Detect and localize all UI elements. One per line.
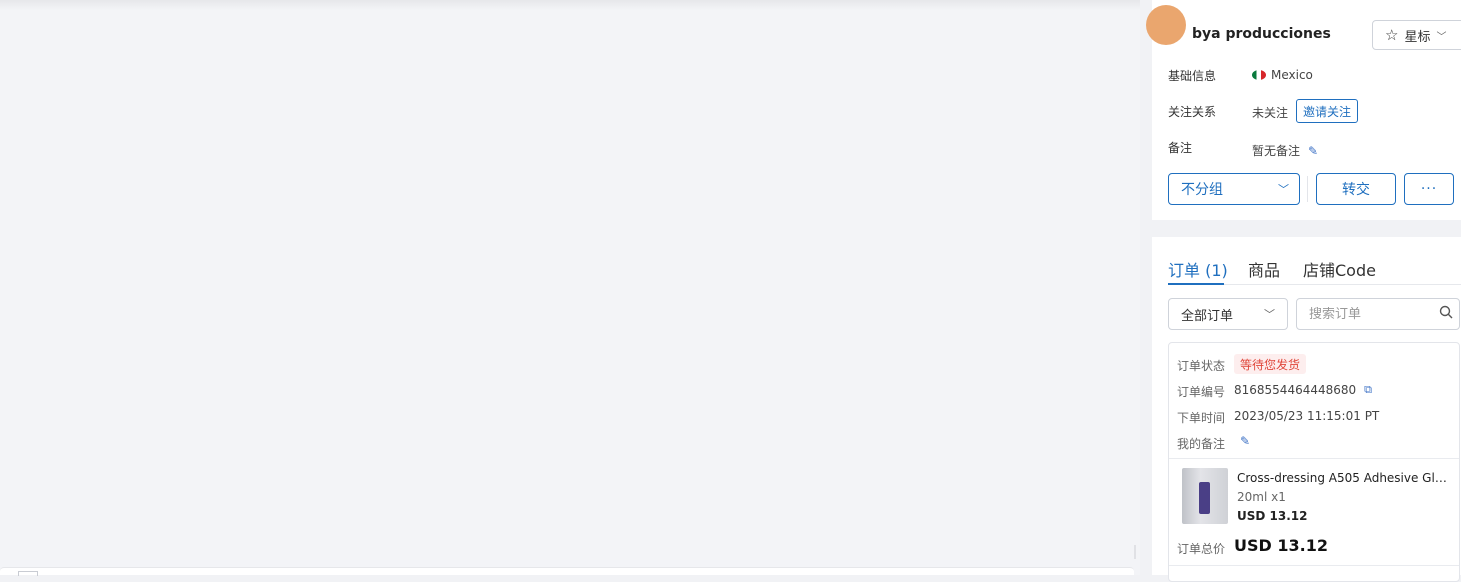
avatar: [1146, 5, 1186, 45]
search-icon[interactable]: [1439, 305, 1453, 323]
remark-text: 暂无备注: [1252, 144, 1301, 158]
remark-value: 暂无备注 ✎: [1252, 142, 1318, 159]
order-number-label: 订单编号: [1177, 385, 1226, 399]
tab-products[interactable]: 商品: [1248, 257, 1280, 281]
chevron-down-icon: ﹀: [1264, 308, 1275, 321]
order-total-label: 订单总价: [1177, 542, 1226, 556]
order-filter-value: 全部订单: [1181, 308, 1234, 324]
edit-icon[interactable]: ✎: [1240, 434, 1250, 448]
edit-icon[interactable]: ✎: [1308, 144, 1318, 158]
group-select[interactable]: 不分组 ﹀: [1168, 173, 1300, 205]
transfer-button[interactable]: 转交: [1316, 173, 1396, 205]
order-search[interactable]: [1296, 298, 1460, 330]
order-filter-select[interactable]: 全部订单 ﹀: [1168, 298, 1288, 330]
order-time: 2023/05/23 11:15:01 PT: [1234, 409, 1380, 423]
follow-status: 未关注: [1252, 106, 1289, 120]
divider: [1169, 458, 1459, 459]
divider: [1169, 565, 1459, 566]
active-tab-indicator: [1168, 283, 1224, 285]
scrollbar-handle[interactable]: [1134, 545, 1136, 559]
order-number-text: 8168554464448680: [1234, 383, 1357, 397]
more-button[interactable]: ···: [1404, 173, 1454, 205]
remark-label: 备注: [1168, 141, 1193, 155]
chevron-down-icon: ﹀: [1436, 31, 1447, 43]
divider: [1307, 176, 1308, 202]
chevron-down-icon: ﹀: [1278, 183, 1289, 196]
order-status-label: 订单状态: [1177, 359, 1226, 373]
copy-icon[interactable]: ⧉: [1364, 383, 1372, 397]
country-value: Mexico: [1252, 68, 1313, 82]
product-spec: 20ml x1: [1237, 490, 1286, 504]
header-shadow: [0, 0, 1140, 10]
order-time-label: 下单时间: [1177, 411, 1226, 425]
product-price: USD 13.12: [1237, 509, 1308, 523]
mexico-flag-icon: [1252, 70, 1266, 80]
product-title[interactable]: Cross-dressing A505 Adhesive Glue ...: [1237, 471, 1449, 485]
follow-label: 关注关系: [1168, 105, 1217, 119]
tab-orders[interactable]: 订单 (1): [1168, 257, 1228, 281]
status-badge: 等待您发货: [1234, 354, 1307, 374]
order-number: 8168554464448680 ⧉: [1234, 383, 1372, 397]
product-thumbnail[interactable]: [1182, 468, 1228, 524]
my-remark-edit[interactable]: ✎: [1240, 434, 1250, 448]
group-select-value: 不分组: [1181, 182, 1223, 198]
country-text: Mexico: [1271, 68, 1313, 82]
star-button[interactable]: ☆ 星标 ﹀: [1372, 20, 1461, 50]
customer-name: bya producciones: [1192, 26, 1331, 42]
star-label: 星标: [1404, 29, 1431, 45]
order-search-input[interactable]: [1309, 306, 1429, 322]
order-total-value: USD 13.12: [1234, 536, 1328, 555]
conversation-area: [0, 0, 1140, 576]
tab-store-code[interactable]: 店铺Code: [1303, 257, 1376, 281]
star-icon: ☆: [1385, 26, 1399, 44]
basic-info-label: 基础信息: [1168, 69, 1217, 83]
invite-follow-button[interactable]: 邀请关注: [1296, 99, 1358, 123]
my-remark-label: 我的备注: [1177, 437, 1226, 451]
message-input-strip[interactable]: [0, 567, 1134, 576]
